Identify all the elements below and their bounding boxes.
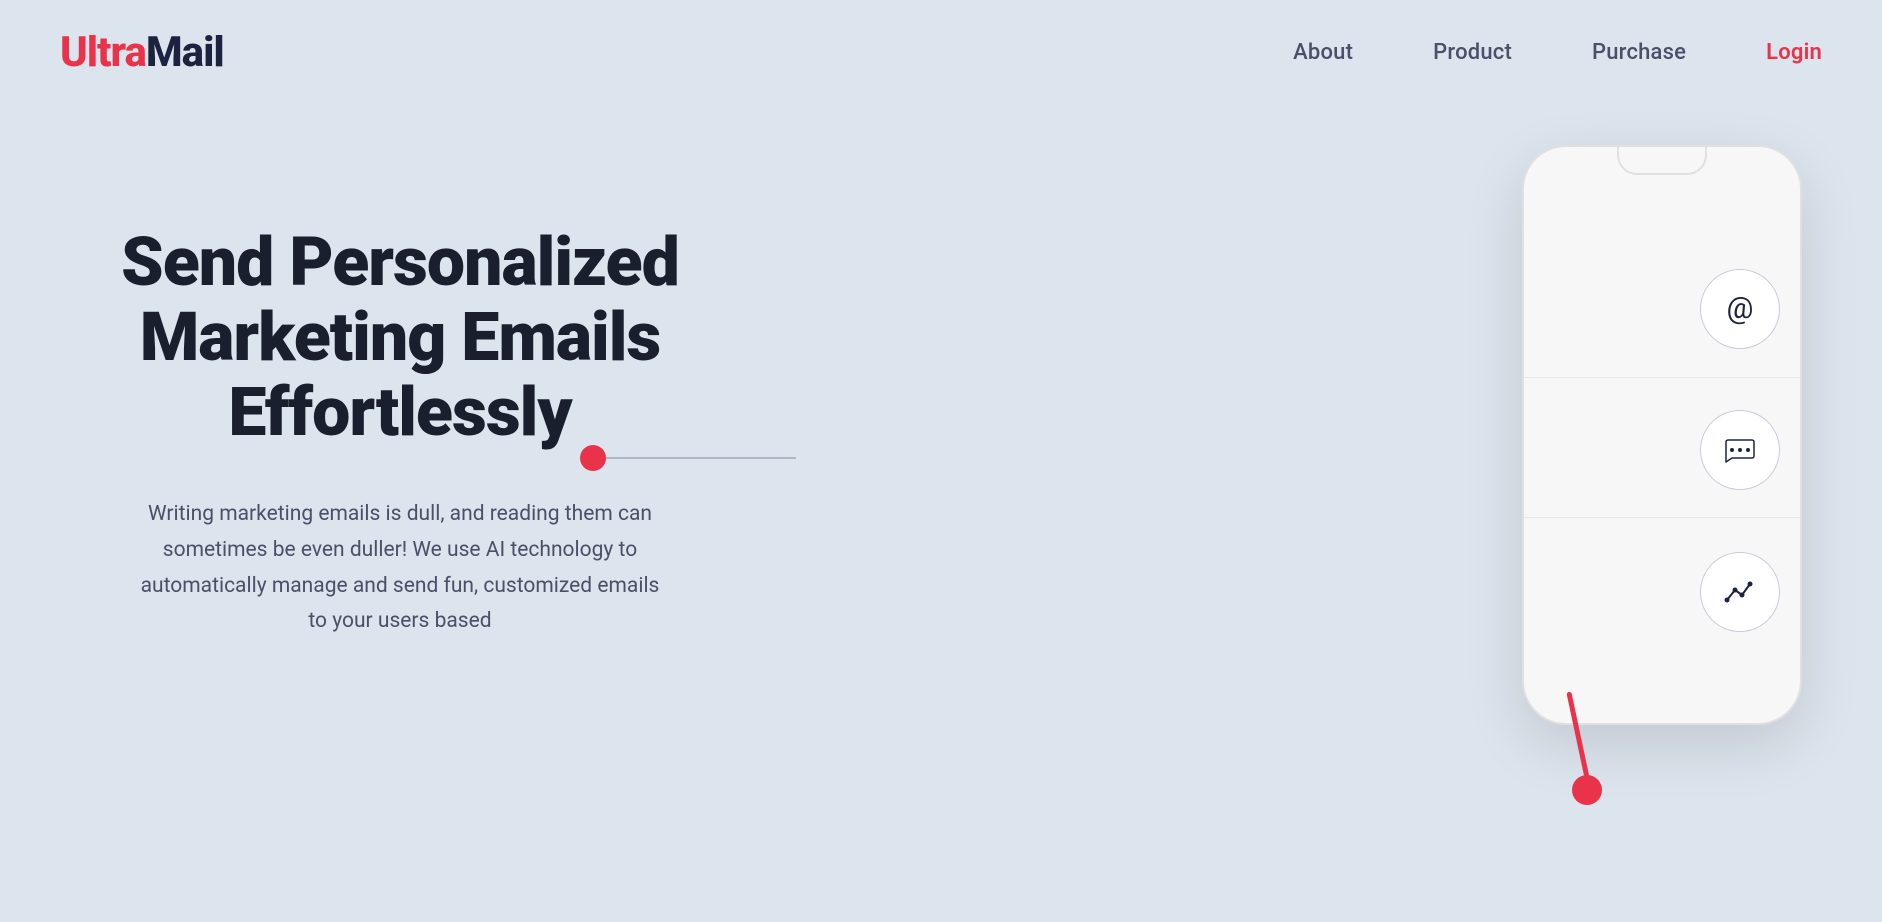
nav-item-login: Login — [1766, 40, 1822, 65]
navbar: Ultra Mail About Product Purchase Login — [0, 0, 1882, 105]
red-stick-decoration — [1572, 690, 1602, 805]
hero-section: Send Personalized Marketing Emails Effor… — [0, 105, 1882, 885]
phone-icons: @ — [1524, 147, 1800, 723]
red-dot-connector — [580, 445, 796, 471]
red-stick — [1566, 691, 1590, 780]
at-icon: @ — [1727, 291, 1754, 326]
connector-line — [606, 457, 796, 459]
nav-item-purchase: Purchase — [1592, 40, 1686, 65]
nav-product-link[interactable]: Product — [1433, 40, 1512, 65]
logo[interactable]: Ultra Mail — [60, 28, 224, 77]
phone-mockup: @ — [1522, 145, 1802, 725]
nav-links: About Product Purchase Login — [1293, 40, 1822, 65]
red-dot-accent — [580, 445, 606, 471]
nav-about-link[interactable]: About — [1293, 40, 1353, 65]
hero-title: Send Personalized Marketing Emails Effor… — [60, 225, 740, 449]
nav-purchase-link[interactable]: Purchase — [1592, 40, 1686, 65]
nav-login-link[interactable]: Login — [1766, 40, 1822, 65]
hero-description: Writing marketing emails is dull, and re… — [130, 497, 670, 640]
hero-content: Send Personalized Marketing Emails Effor… — [60, 165, 740, 640]
nav-item-product: Product — [1433, 40, 1512, 65]
nav-item-about: About — [1293, 40, 1353, 65]
chat-icon-circle — [1700, 410, 1780, 490]
logo-mail: Mail — [146, 28, 224, 77]
chart-icon-circle — [1700, 552, 1780, 632]
chat-bubble-icon — [1722, 432, 1758, 468]
logo-ultra: Ultra — [60, 28, 146, 77]
chart-trend-icon — [1722, 574, 1758, 610]
email-icon-circle: @ — [1700, 269, 1780, 349]
phone-notch — [1617, 147, 1707, 175]
phone-mockup-container: @ — [1522, 145, 1802, 725]
